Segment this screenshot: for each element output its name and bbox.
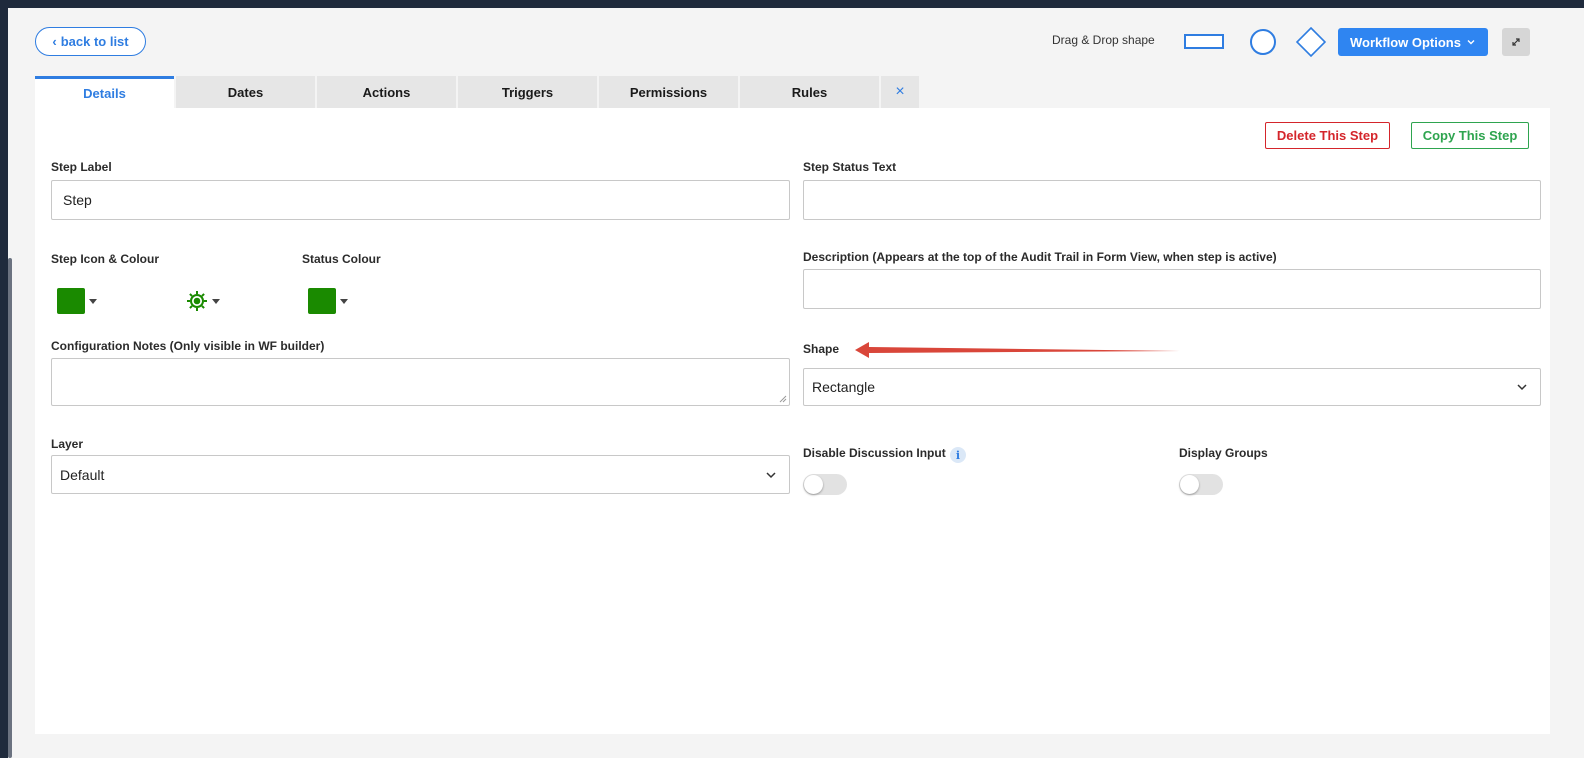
step-label-label: Step Label xyxy=(51,160,112,174)
drag-drop-shape-label: Drag & Drop shape xyxy=(1052,33,1155,47)
step-colour-picker[interactable] xyxy=(57,288,97,314)
scrollbar[interactable] xyxy=(8,258,12,758)
tab-dates[interactable]: Dates xyxy=(176,76,315,108)
colour-swatch xyxy=(57,288,85,314)
tab-label: Permissions xyxy=(629,84,708,100)
layer-label: Layer xyxy=(51,437,84,451)
gear-icon xyxy=(187,291,207,311)
disable-discussion-toggle[interactable] xyxy=(803,474,847,495)
tab-label: Details xyxy=(83,86,126,101)
layer-value: Default xyxy=(60,466,105,483)
colour-swatch xyxy=(308,288,336,314)
expand-icon xyxy=(1512,38,1520,46)
caret-down-icon xyxy=(89,298,97,304)
circle-shape-draggable[interactable] xyxy=(1250,29,1276,55)
description-label: Description (Appears at the top of the A… xyxy=(803,250,1277,264)
step-status-text-input[interactable] xyxy=(803,180,1541,220)
step-label-input[interactable]: Step xyxy=(51,180,790,220)
caret-down-icon xyxy=(340,298,348,304)
chevron-down-icon xyxy=(766,471,776,478)
step-icon-colour-label: Step Icon & Colour xyxy=(51,252,159,266)
shape-select[interactable]: Rectangle xyxy=(803,368,1541,406)
delete-step-button[interactable]: Delete This Step xyxy=(1265,122,1390,149)
step-tabs: Details Dates Actions Triggers Permissio… xyxy=(35,76,921,108)
tab-permissions[interactable]: Permissions xyxy=(599,76,738,108)
tab-label: Actions xyxy=(362,84,411,100)
step-icon-picker[interactable] xyxy=(186,289,220,313)
tab-triggers[interactable]: Triggers xyxy=(458,76,597,108)
workflow-options-label: Workflow Options xyxy=(1350,34,1461,50)
tab-label: Dates xyxy=(227,84,264,100)
resize-handle-icon[interactable] xyxy=(779,395,787,403)
tab-rules[interactable]: Rules xyxy=(740,76,879,108)
tab-label: Triggers xyxy=(501,84,554,100)
info-icon[interactable]: i xyxy=(950,447,966,463)
step-status-text-label: Step Status Text xyxy=(803,160,897,174)
shape-value: Rectangle xyxy=(812,379,876,395)
display-groups-toggle[interactable] xyxy=(1179,474,1223,495)
layer-select[interactable]: Default xyxy=(51,455,790,494)
tab-label: Rules xyxy=(791,84,828,100)
rectangle-shape-draggable[interactable] xyxy=(1184,34,1224,49)
step-label-value: Step xyxy=(63,192,92,208)
disable-discussion-label: Disable Discussion Input xyxy=(803,446,946,460)
status-colour-label: Status Colour xyxy=(302,252,381,266)
toggle-knob xyxy=(1180,475,1199,494)
close-panel-tab[interactable]: × xyxy=(881,76,919,108)
config-notes-label: Configuration Notes (Only visible in WF … xyxy=(51,339,325,353)
config-notes-textarea[interactable] xyxy=(51,358,790,406)
annotation-arrow xyxy=(855,342,1180,358)
tab-details[interactable]: Details xyxy=(35,76,174,108)
description-input[interactable] xyxy=(803,269,1541,309)
copy-step-button[interactable]: Copy This Step xyxy=(1411,122,1529,149)
status-colour-picker[interactable] xyxy=(308,288,348,314)
display-groups-label: Display Groups xyxy=(1179,446,1268,460)
tab-actions[interactable]: Actions xyxy=(317,76,456,108)
toggle-knob xyxy=(804,475,823,494)
chevron-left-icon: ‹ xyxy=(52,34,57,49)
shape-label: Shape xyxy=(803,342,840,356)
chevron-down-icon xyxy=(1517,384,1527,391)
close-icon: × xyxy=(895,83,905,100)
back-to-list-label: back to list xyxy=(60,34,129,49)
expand-button[interactable] xyxy=(1502,28,1530,56)
chevron-down-icon xyxy=(1467,40,1475,45)
caret-down-icon xyxy=(212,298,220,304)
diamond-shape-draggable[interactable] xyxy=(1296,27,1326,57)
back-to-list-button[interactable]: ‹ back to list xyxy=(35,27,146,56)
workflow-options-button[interactable]: Workflow Options xyxy=(1338,28,1488,56)
